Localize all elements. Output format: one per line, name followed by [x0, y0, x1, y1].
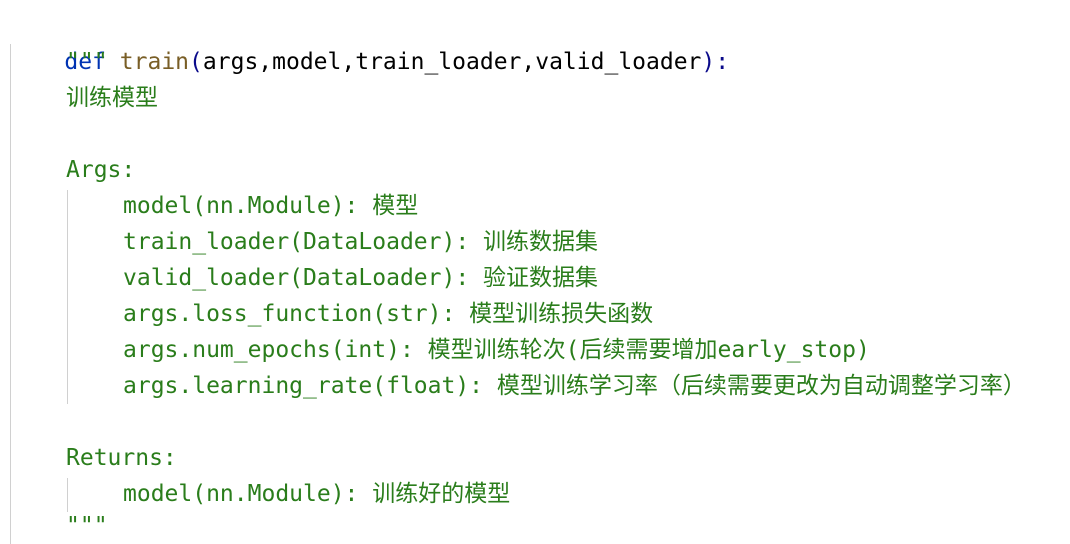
docstring-open-quotes: """ — [66, 49, 108, 75]
open-paren: ( — [189, 49, 203, 75]
docstring-return-line: model(nn.Module): 训练好的模型 — [123, 481, 511, 507]
docstring-summary: 训练模型 — [66, 85, 158, 111]
docstring-arg-line: model(nn.Module): 模型 — [123, 193, 419, 219]
docstring-arg-line: valid_loader(DataLoader): 验证数据集 — [123, 265, 599, 291]
function-params: args,model,train_loader,valid_loader — [202, 49, 702, 75]
indent-guide-returns — [67, 478, 68, 512]
code-line-signature: def train(args,model,train_loader,valid_… — [9, 8, 729, 75]
docstring-arg-line: train_loader(DataLoader): 训练数据集 — [123, 229, 599, 255]
code-editor[interactable]: def train(args,model,train_loader,valid_… — [0, 0, 1070, 544]
indent-guide-args — [67, 190, 68, 404]
indent-guide-function-body — [10, 44, 11, 544]
docstring-close-quotes: """ — [66, 513, 108, 539]
docstring-arg-line: args.learning_rate(float): 模型训练学习率（后续需要更… — [123, 373, 1026, 399]
docstring-arg-line: args.loss_function(str): 模型训练损失函数 — [123, 301, 654, 327]
function-name: train — [119, 49, 190, 75]
signature-close: ): — [701, 49, 730, 75]
docstring-arg-line: args.num_epochs(int): 模型训练轮次(后续需要增加early… — [123, 337, 870, 363]
docstring-returns-header: Returns: — [66, 445, 177, 471]
docstring-args-header: Args: — [66, 157, 136, 183]
